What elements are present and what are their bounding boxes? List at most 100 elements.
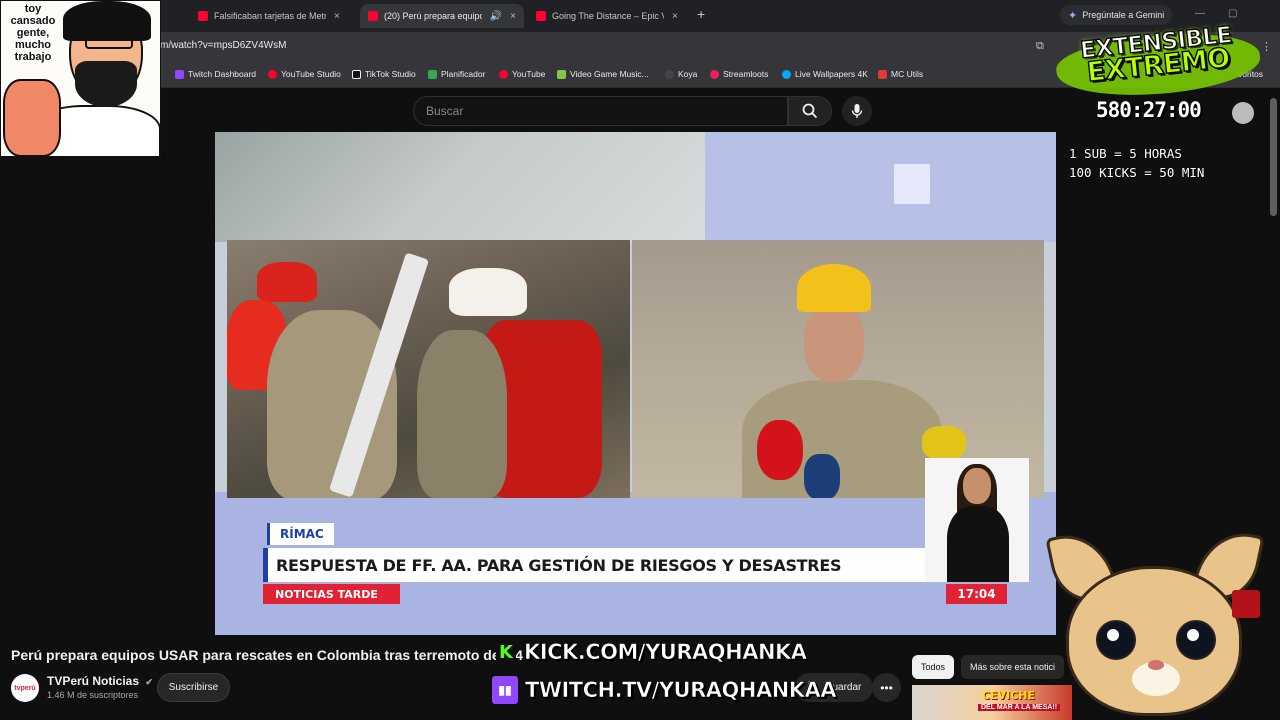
gemini-button[interactable]: ✦ Pregúntale a Gemini [1060,5,1173,25]
bookmark-label: Video Game Music... [570,69,649,79]
twitch-icon [175,69,184,79]
browser-tab[interactable]: Going The Distance – Epic Versi × [528,4,692,28]
interpreter-face [963,468,991,504]
bookmark-label: MC Utils [891,69,924,79]
tv-channel-logo [894,164,930,204]
microphone-blue [804,454,840,498]
gemini-sparkle-icon: ✦ [1068,9,1078,22]
twitch-url: TWITCH.TV/YURAQHANKAA [525,678,837,703]
bookmark-item[interactable]: Live Wallpapers 4K [782,69,868,79]
youtube-studio-icon [268,69,277,79]
search-button[interactable] [788,96,832,126]
browser-menu-icon[interactable]: ⋮ [1261,40,1272,53]
mc-utils-icon [878,69,887,79]
streamer-avatar-overlay: toy cansado gente, mucho trabajo [0,0,161,157]
microphone-yellow [922,426,966,460]
thumbnail-title: CEVICHE [982,689,1035,702]
avatar-hand [3,79,61,156]
cat-nose [1148,660,1164,670]
bookmark-item[interactable]: Koya [665,69,697,79]
avatar-beard [75,61,137,107]
bookmark-label: YouTube Studio [281,69,341,79]
subathon-rules: 1 SUB = 5 HORAS 100 KICKS = 50 MIN [1069,144,1204,182]
avatar-glasses [85,35,133,49]
officer-face [804,306,864,382]
youtube-favicon-icon [198,11,208,21]
cat-eye [1096,620,1136,660]
tiktok-icon [352,69,361,79]
twitch-banner: ▮▮ TWITCH.TV/YURAQHANKAA [492,676,837,704]
tab-title: (20) Perú prepara equipos U [384,11,482,21]
cast-icon[interactable]: ⧉ [1036,40,1044,53]
speaker-icon[interactable]: 🔊 [490,11,502,22]
bookmark-label: TikTok Studio [365,69,416,79]
bookmark-label: Streamloots [723,69,769,79]
bookmark-label: Twitch Dashboard [188,69,257,79]
microphone-icon [851,104,863,118]
cat-mascot-overlay [1045,524,1268,720]
rescue-team-footage [227,240,630,498]
voice-search-button[interactable] [842,96,872,126]
program-name: NOTICIAS TARDE [263,584,400,604]
bookmark-item[interactable]: Planificador [428,69,485,79]
bookmark-item[interactable]: YouTube [499,69,545,79]
interpreter-body [947,506,1009,582]
twitch-logo-icon: ▮▮ [492,676,518,704]
channel-avatar[interactable]: tvperú [11,674,39,702]
youtube-icon [499,69,508,79]
location-label: RÍMAC [267,523,334,545]
rule-line: 100 KICKS = 50 MIN [1069,165,1205,180]
browser-tab-active[interactable]: (20) Perú prepara equipos U 🔊 × [360,4,524,28]
streamloots-icon [710,69,719,79]
search-icon [802,103,818,119]
music-icon [557,69,566,79]
tab-close-icon[interactable]: × [672,11,678,22]
verified-icon: ✔ [145,677,153,687]
studio-background [705,132,1056,242]
youtube-favicon-icon [536,11,546,21]
tab-title: Going The Distance – Epic Versi [552,11,664,21]
bookmark-item[interactable]: Twitch Dashboard [175,69,256,79]
skull-icon [1232,102,1254,124]
microphone-red [757,420,803,480]
tab-title: Falsificaban tarjetas de Metro d [214,11,326,21]
tab-close-icon[interactable]: × [510,11,516,22]
subscribe-button[interactable]: Suscribirse [157,673,230,702]
more-actions-button[interactable]: ••• [872,673,901,702]
page-scrollbar[interactable] [1270,98,1277,216]
bookmark-item[interactable]: Streamloots [710,69,768,79]
minimize-icon[interactable]: — [1195,8,1205,19]
broadcast-clock: 17:04 [946,584,1007,604]
url-field[interactable]: m/watch?v=mpsD6ZV4WsM [160,40,286,51]
browser-tab[interactable]: Falsificaban tarjetas de Metro d × [190,4,356,28]
wallpaper-icon [782,69,791,79]
bookmark-item[interactable]: Video Game Music... [557,69,649,79]
search-input[interactable]: Buscar [413,96,788,126]
tab-close-icon[interactable]: × [334,11,340,22]
kick-banner: K KICK.COM/YURAQHANKA [496,640,807,664]
yellow-helmet [797,264,871,312]
news-headline: RESPUESTA DE FF. AA. PARA GESTIÓN DE RIE… [263,548,925,582]
maximize-icon[interactable]: ▢ [1228,8,1237,19]
chip-all[interactable]: Todos [912,655,955,679]
calendar-icon [428,69,437,79]
bookmark-label: Koya [678,69,698,79]
video-player[interactable]: RÍMAC RESPUESTA DE FF. AA. PARA GESTIÓN … [215,132,1056,635]
kick-logo-icon: K [496,642,516,663]
channel-name[interactable]: TVPerú Noticias ✔ [47,674,153,688]
youtube-favicon-icon [368,11,378,21]
bookmark-item[interactable]: YouTube Studio [268,69,341,79]
video-title: Perú prepara equipos USAR para rescates … [11,647,523,663]
studio-background [215,132,705,242]
bookmark-item[interactable]: MC Utils [878,69,923,79]
bookmark-label: YouTube [512,69,546,79]
browser-tab-strip: Falsificaban tarjetas de Metro d × (20) … [0,0,1280,32]
subathon-timer: 580:27:00 [1096,98,1202,122]
new-tab-button[interactable]: + [697,6,705,22]
bookmark-item[interactable]: TikTok Studio [352,69,416,79]
red-helmet-shape [257,262,317,302]
flag-icon [1232,590,1260,618]
white-helmet-shape [449,268,527,316]
streamer-message: toy cansado gente, mucho trabajo [10,3,56,63]
bookmark-label: Planificador [441,69,486,79]
